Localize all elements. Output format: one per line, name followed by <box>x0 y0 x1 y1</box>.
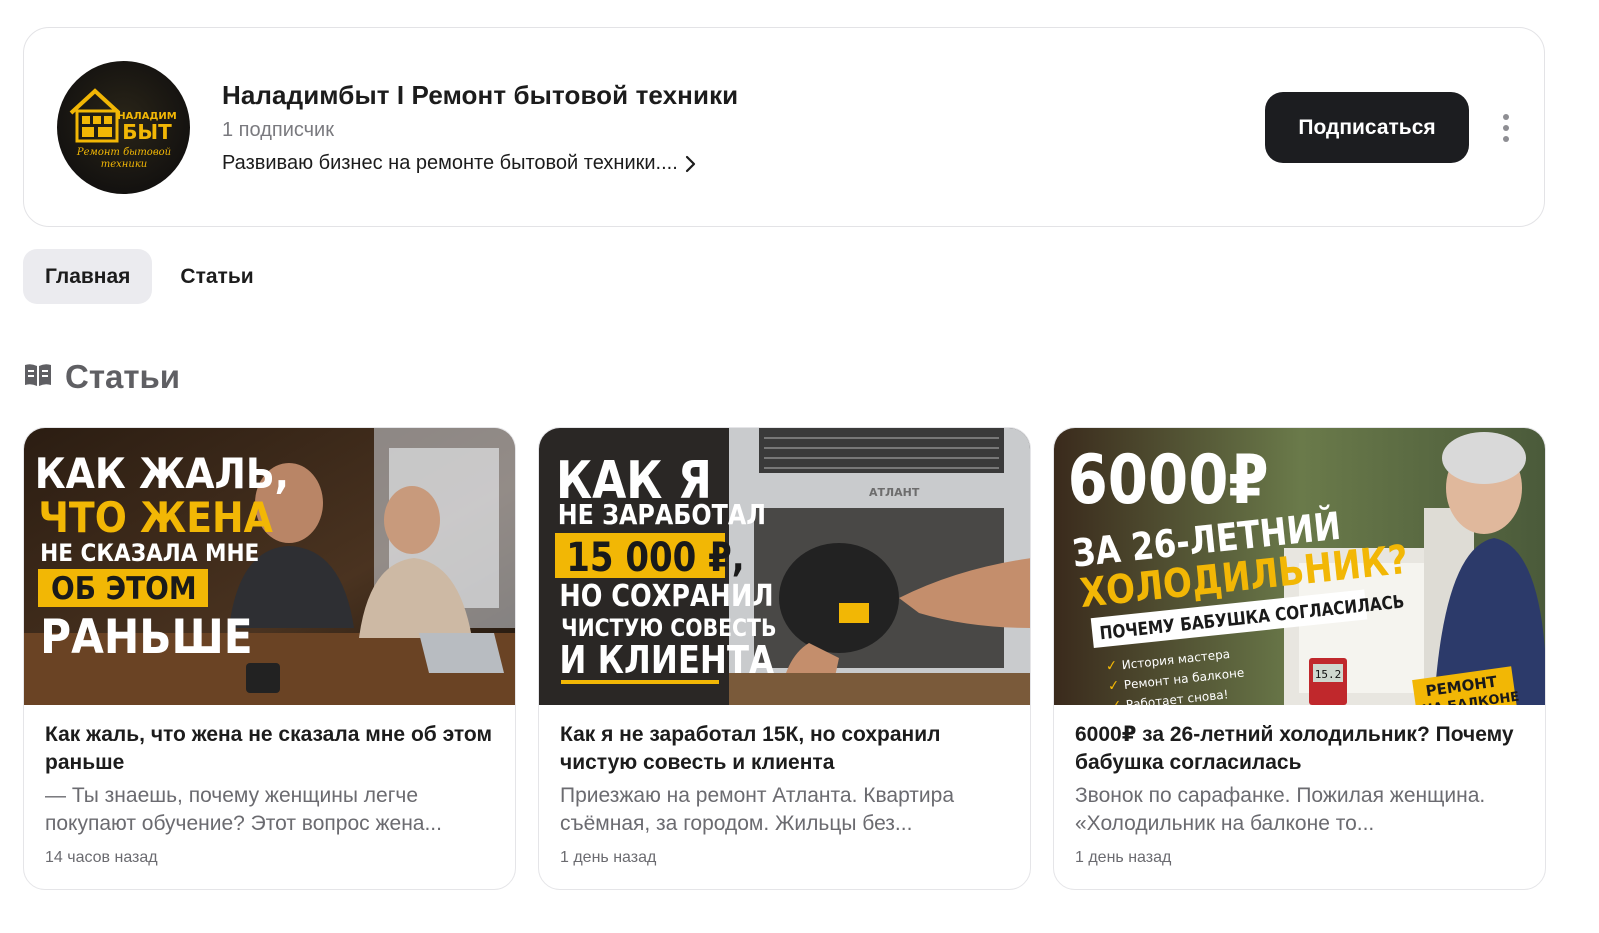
channel-description[interactable]: Развиваю бизнес на ремонте бытовой техни… <box>222 152 696 175</box>
article-title[interactable]: Как жаль, что жена не сказала мне об это… <box>45 721 495 777</box>
section-header: Статьи <box>23 358 180 396</box>
tab-main[interactable]: Главная <box>23 249 153 304</box>
article-card[interactable]: 15.2 6000₽ ЗА 26-ЛЕТНИЙ ХОЛОДИЛЬНИК? ПОЧ… <box>1053 427 1546 890</box>
article-thumbnail[interactable]: 15.2 6000₽ ЗА 26-ЛЕТНИЙ ХОЛОДИЛЬНИК? ПОЧ… <box>1054 428 1545 705</box>
channel-tabs: Главная Статьи <box>23 249 276 304</box>
article-card[interactable]: АТЛАНТ КАК Я НЕ ЗАРАБОТАЛ 15 000 ₽, НО С… <box>538 427 1031 890</box>
poster-text: НО СОХРАНИЛ <box>559 578 773 614</box>
poster-text: ЧТО ЖЕНА <box>38 494 273 542</box>
more-options-icon[interactable] <box>1494 108 1518 148</box>
poster-text: ОБ ЭТОМ <box>51 571 197 607</box>
chevron-right-icon <box>684 155 696 173</box>
svg-text:✓: ✓ <box>1109 698 1122 705</box>
article-thumbnail[interactable]: АТЛАНТ КАК Я НЕ ЗАРАБОТАЛ 15 000 ₽, НО С… <box>539 428 1030 705</box>
svg-text:✓: ✓ <box>1105 658 1118 675</box>
article-excerpt: — Ты знаешь, почему женщины легче покупа… <box>45 784 442 835</box>
svg-text:✓: ✓ <box>1107 678 1120 695</box>
channel-logo: НАЛАДИМ БЫТ Ремонт бытовой техники <box>69 88 177 170</box>
channel-avatar[interactable]: НАЛАДИМ БЫТ Ремонт бытовой техники <box>57 61 190 194</box>
logo-text-3: Ремонт бытовой <box>76 147 171 158</box>
article-card[interactable]: КАК ЖАЛЬ, ЧТО ЖЕНА НЕ СКАЗАЛА МНЕ ОБ ЭТО… <box>23 427 516 890</box>
poster-text: НЕ ЗАРАБОТАЛ <box>558 499 766 531</box>
channel-description-text: Развиваю бизнес на ремонте бытовой техни… <box>222 152 678 174</box>
article-title[interactable]: 6000₽ за 26-летний холодильник? Почему б… <box>1075 721 1525 777</box>
poster-text: КАК ЖАЛЬ, <box>35 450 289 498</box>
section-title: Статьи <box>65 358 181 395</box>
channel-title[interactable]: Наладимбыт I Ремонт бытовой техники <box>222 80 738 111</box>
poster-text: 15 000 ₽, <box>566 534 744 580</box>
article-timestamp: 14 часов назад <box>45 849 158 866</box>
article-timestamp: 1 день назад <box>560 849 657 866</box>
logo-text-4: техники <box>101 159 147 170</box>
poster-text: РАНЬШЕ <box>40 609 252 665</box>
channel-header-card: НАЛАДИМ БЫТ Ремонт бытовой техники Налад… <box>23 27 1545 227</box>
article-title[interactable]: Как я не заработал 15К, но сохранил чист… <box>560 721 1010 777</box>
subscribe-button[interactable]: Подписаться <box>1265 92 1469 163</box>
tab-articles[interactable]: Статьи <box>158 249 275 304</box>
poster-text: 15.2 <box>1315 668 1342 681</box>
article-timestamp: 1 день назад <box>1075 849 1172 866</box>
logo-text-2: БЫТ <box>122 120 172 144</box>
poster-text: И КЛИЕНТА <box>559 639 774 683</box>
article-excerpt: Приезжаю на ремонт Атланта. Квартира съё… <box>560 784 955 835</box>
poster-text: 6000₽ <box>1068 439 1269 519</box>
book-icon <box>23 362 53 393</box>
subscriber-count: 1 подписчик <box>222 119 334 141</box>
article-excerpt: Звонок по сарафанке. Пожилая женщина. «Х… <box>1075 784 1486 835</box>
poster-text: АТЛАНТ <box>869 486 920 499</box>
poster-text: НЕ СКАЗАЛА МНЕ <box>40 540 259 567</box>
article-thumbnail[interactable]: КАК ЖАЛЬ, ЧТО ЖЕНА НЕ СКАЗАЛА МНЕ ОБ ЭТО… <box>24 428 515 705</box>
